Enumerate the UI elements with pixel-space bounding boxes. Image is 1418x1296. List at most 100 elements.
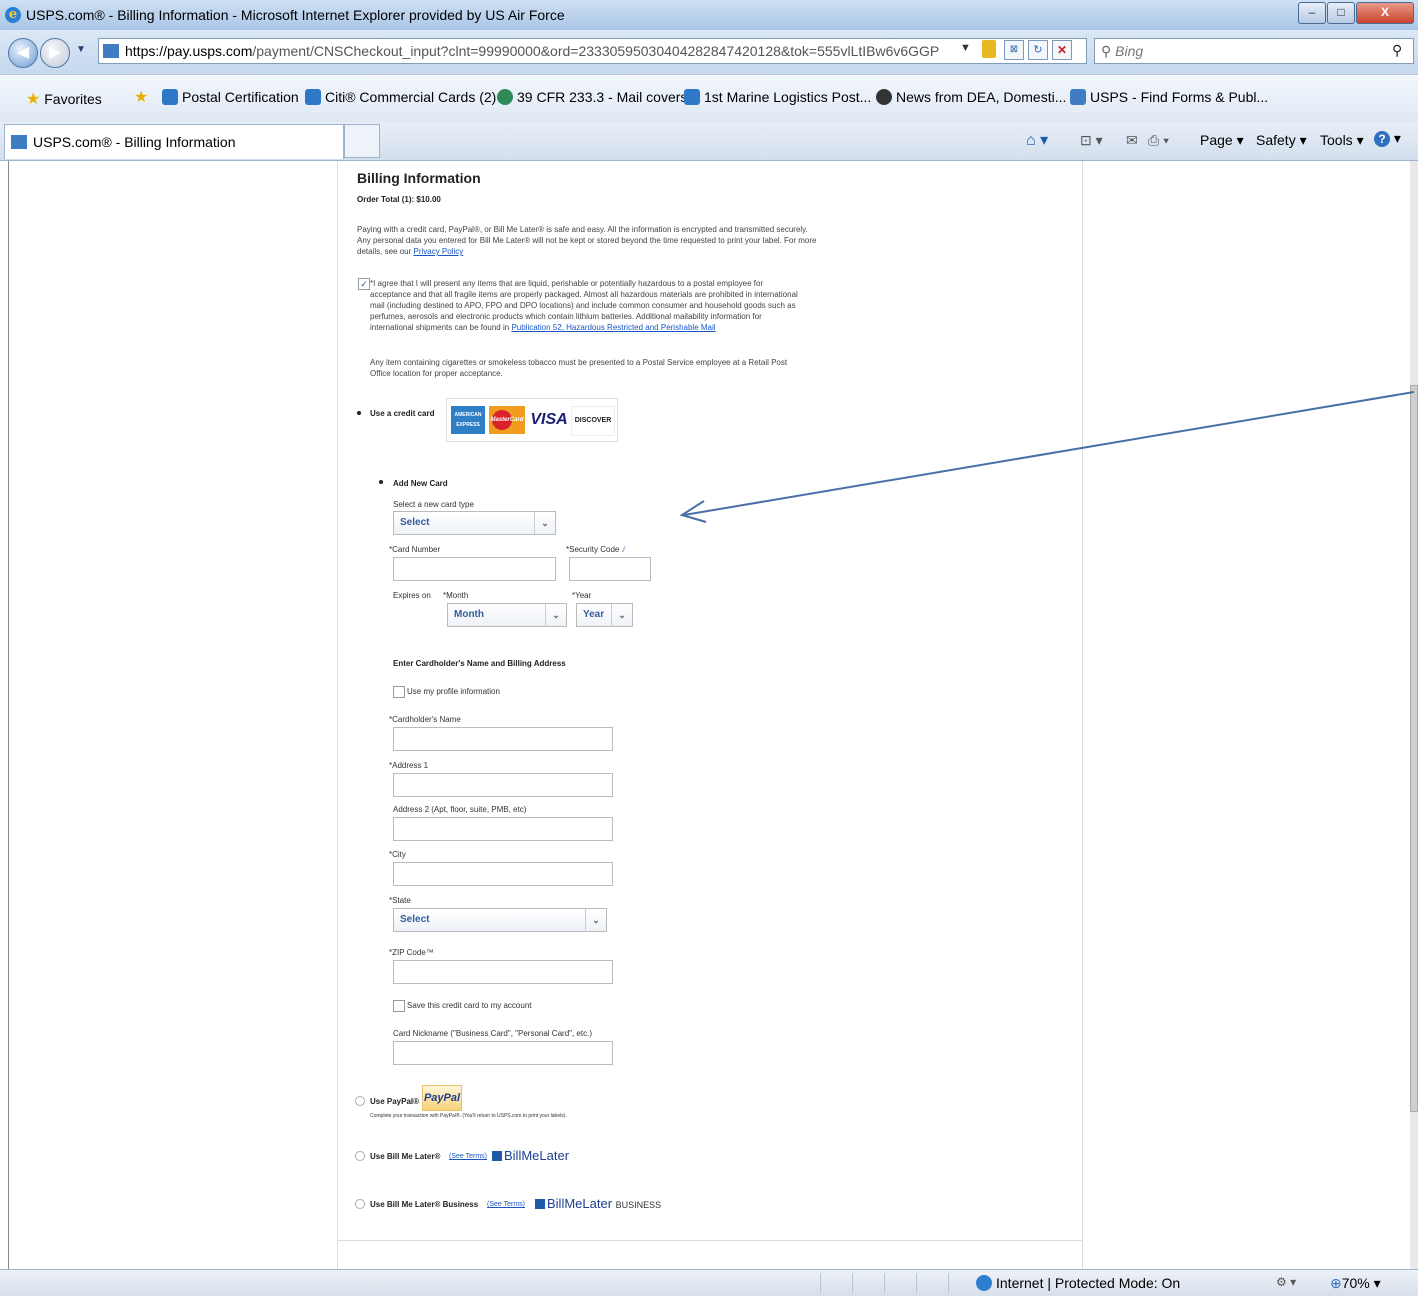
status-divider: [852, 1273, 853, 1293]
search-go-icon[interactable]: ⚲: [1392, 42, 1402, 59]
site-icon: [103, 44, 119, 58]
credit-card-radio[interactable]: [355, 409, 365, 419]
discover-logo: DISCOVER: [571, 406, 615, 436]
tab-bar: USPS.com® - Billing Information ⌂ ▾ ⊡ ▾ …: [0, 122, 1418, 161]
url-domain: https://pay.usps.com: [125, 43, 253, 59]
feeds-icon[interactable]: ⊡ ▾: [1080, 132, 1103, 149]
zip-label: *ZIP Code™: [389, 948, 434, 957]
help-icon[interactable]: ? ▾: [1374, 130, 1401, 147]
add-favorite-icon[interactable]: ★: [134, 87, 148, 107]
home-icon[interactable]: ⌂ ▾: [1026, 130, 1048, 150]
bill-me-later-business-radio[interactable]: [355, 1199, 365, 1209]
status-divider: [884, 1273, 885, 1293]
security-code-text: *Security Code: [566, 545, 620, 554]
close-window-button[interactable]: X: [1356, 2, 1414, 24]
cardholder-name-input[interactable]: [393, 727, 613, 751]
stop-icon[interactable]: ✕: [1052, 40, 1072, 60]
page-title: Billing Information: [357, 170, 481, 186]
usps-icon: [1070, 89, 1086, 105]
fav-item-39cfr[interactable]: 39 CFR 233.3 - Mail covers: [497, 89, 687, 105]
fav-item-dea[interactable]: News from DEA, Domesti...: [876, 89, 1066, 105]
back-button[interactable]: ◀: [8, 38, 38, 68]
amex-logo: AMERICAN EXPRESS: [451, 406, 485, 434]
bml-business-suffix: BUSINESS: [615, 1200, 662, 1210]
security-zone[interactable]: Internet | Protected Mode: On: [996, 1275, 1180, 1291]
maximize-button[interactable]: □: [1327, 2, 1355, 24]
month-label: *Month: [443, 591, 469, 600]
card-nickname-input[interactable]: [393, 1041, 613, 1065]
bml-business-see-terms-link[interactable]: (See Terms): [487, 1201, 525, 1208]
bml-see-terms-link[interactable]: (See Terms): [449, 1153, 487, 1160]
bill-me-later-radio[interactable]: [355, 1151, 365, 1161]
url-path: /payment/CNSCheckout_input?clnt=99990000…: [252, 43, 940, 59]
mastercard-logo: MasterCard: [489, 406, 525, 434]
fav-item-postal-certification[interactable]: Postal Certification: [162, 89, 299, 105]
globe-icon: [497, 89, 513, 105]
favorites-bar: ★ Favorites ★ Postal Certification Citi®…: [0, 74, 1418, 123]
zoom-control[interactable]: ⊕70% ▾: [1330, 1275, 1381, 1292]
bml-logo-text: BillMeLater: [547, 1196, 613, 1211]
fav-item-citi[interactable]: Citi® Commercial Cards (2): [305, 89, 496, 105]
page-menu[interactable]: Page ▾: [1200, 132, 1244, 149]
paypal-radio[interactable]: [355, 1096, 365, 1106]
info-icon[interactable]: ⅈ: [622, 545, 625, 554]
forward-button[interactable]: ▶: [40, 38, 70, 68]
add-new-card-radio[interactable]: [377, 478, 387, 488]
bml-logo: BillMeLater: [492, 1148, 569, 1163]
card-logos: AMERICAN EXPRESS MasterCard VISA DISCOVE…: [446, 398, 618, 442]
card-type-select[interactable]: Select ⌄: [393, 511, 556, 535]
url-dropdown-icon[interactable]: ▼: [960, 42, 971, 60]
card-nickname-label: Card Nickname ("Business Card", "Persona…: [393, 1029, 592, 1038]
mail-icon[interactable]: ✉: [1126, 132, 1138, 149]
fav-item-1st-marine[interactable]: 1st Marine Logistics Post...: [684, 89, 871, 105]
tools-menu[interactable]: Tools ▾: [1320, 132, 1364, 149]
state-value: Select: [400, 914, 430, 925]
city-input[interactable]: [393, 862, 613, 886]
fav-label: Postal Certification: [182, 89, 299, 105]
intro-line: Any personal data you entered for Bill M…: [357, 236, 817, 245]
ie-page-icon: [684, 89, 700, 105]
fav-item-usps-forms[interactable]: USPS - Find Forms & Publ...: [1070, 89, 1268, 105]
address2-input[interactable]: [393, 817, 613, 841]
month-value: Month: [454, 609, 484, 620]
minimize-button[interactable]: –: [1298, 2, 1326, 24]
zip-input[interactable]: [393, 960, 613, 984]
new-tab-button[interactable]: [344, 124, 380, 158]
privacy-policy-link[interactable]: Privacy Policy: [413, 247, 463, 256]
address1-input[interactable]: [393, 773, 613, 797]
bml-logo-text: BillMeLater: [504, 1148, 570, 1163]
tab-billing-information[interactable]: USPS.com® - Billing Information: [4, 124, 344, 159]
agree-checkbox[interactable]: ✓: [358, 278, 370, 290]
fav-label: 39 CFR 233.3 - Mail covers: [517, 89, 688, 105]
arrow-line: [683, 391, 1415, 516]
month-select[interactable]: Month ⌄: [447, 603, 567, 627]
agree-line: mail (including destined to APO, FPO and…: [370, 301, 796, 310]
tab-label: USPS.com® - Billing Information: [33, 134, 236, 150]
year-select[interactable]: Year ⌄: [576, 603, 633, 627]
save-card-checkbox[interactable]: [393, 1000, 405, 1012]
print-icon[interactable]: ⎙ ▾: [1148, 132, 1169, 149]
history-dropdown-icon[interactable]: ▼: [76, 44, 86, 55]
protected-mode-icon[interactable]: ⚙ ▾: [1276, 1275, 1296, 1289]
refresh-icon[interactable]: ↻: [1028, 40, 1048, 60]
search-input[interactable]: ⚲ Bing: [1094, 38, 1414, 64]
use-bml-business-label: Use Bill Me Later® Business: [370, 1200, 479, 1209]
usps-icon: [11, 135, 27, 149]
use-credit-card-label: Use a credit card: [370, 409, 435, 418]
favorites-button[interactable]: ★ Favorites: [26, 89, 102, 109]
publication-52-link[interactable]: Publication 52, Hazardous Restricted and…: [511, 323, 715, 332]
chevron-down-icon: ⌄: [585, 909, 606, 931]
safety-menu[interactable]: Safety ▾: [1256, 132, 1307, 149]
security-code-input[interactable]: [569, 557, 651, 581]
address-bar[interactable]: https://pay.usps.com/payment/CNSCheckout…: [98, 38, 1087, 64]
favorites-label: Favorites: [44, 91, 102, 107]
agree-line: perfumes, aerosols and electronic produc…: [370, 312, 762, 321]
card-number-input[interactable]: [393, 557, 556, 581]
fav-label: Citi® Commercial Cards (2): [325, 89, 497, 105]
year-label: *Year: [572, 591, 592, 600]
state-select[interactable]: Select ⌄: [393, 908, 607, 932]
compat-view-icon[interactable]: ⊠: [1004, 40, 1024, 60]
lock-icon[interactable]: [982, 40, 996, 58]
use-profile-checkbox[interactable]: [393, 686, 405, 698]
status-bar: Internet | Protected Mode: On ⚙ ▾ ⊕70% ▾: [0, 1269, 1418, 1296]
